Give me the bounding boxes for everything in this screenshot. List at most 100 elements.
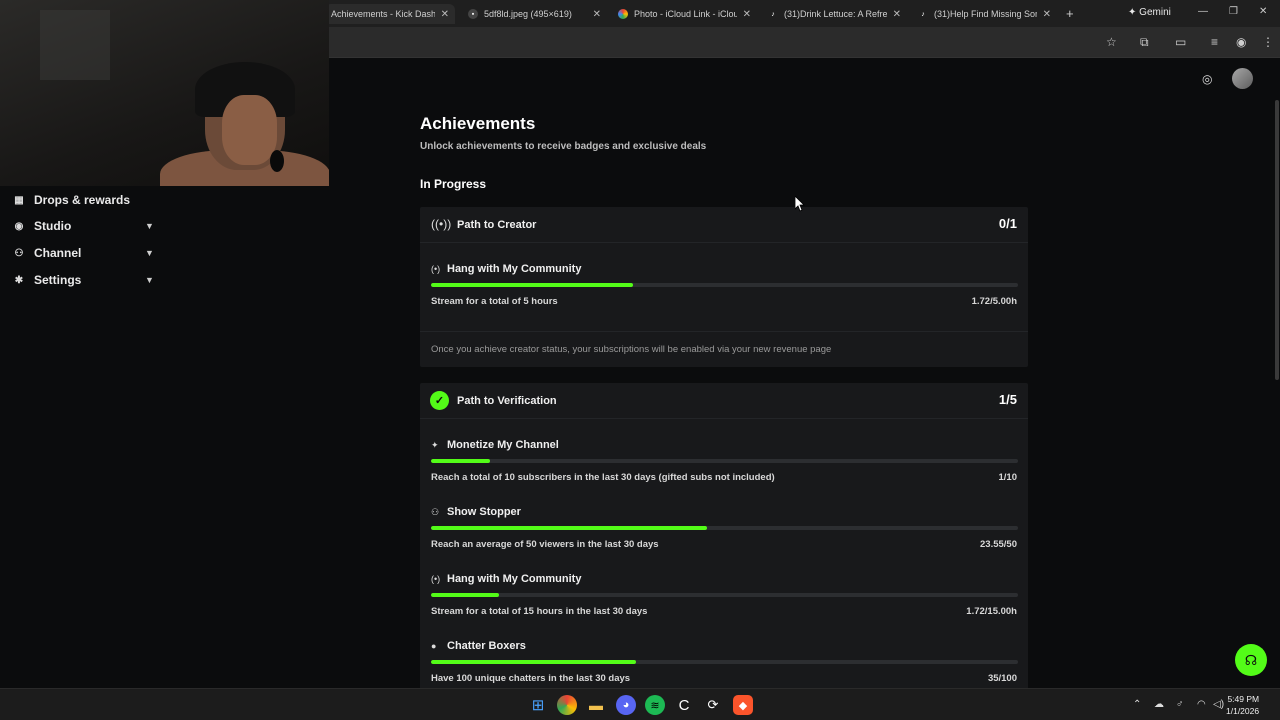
task-value: 35/100 — [987, 673, 1017, 684]
file-explorer-icon[interactable]: ▬ — [586, 695, 606, 715]
page-title: Achievements — [420, 114, 536, 133]
close-icon[interactable]: ✕ — [893, 9, 901, 20]
progress-fill — [431, 283, 633, 287]
task-description: Stream for a total of 5 hours — [431, 296, 558, 307]
card-header: ((•)) Path to Creator 0/1 — [420, 207, 1028, 243]
spotify-icon[interactable]: ≋ — [645, 695, 665, 715]
webcam-microphone — [270, 150, 284, 172]
gear-icon: ✱ — [14, 274, 24, 286]
scrollbar[interactable] — [1275, 100, 1279, 380]
windows-start-icon[interactable]: ⊞ — [528, 695, 548, 715]
task-name: Monetize My Channel — [447, 439, 559, 451]
app-icon[interactable]: ⟳ — [703, 695, 723, 715]
task-description: Reach a total of 10 subscribers in the l… — [431, 472, 775, 483]
image-icon: ▪ — [468, 9, 478, 19]
card-footer: Once you achieve creator status, your su… — [420, 331, 1028, 367]
tab-image[interactable]: ▪ 5df8ld.jpeg (495×619) ✕ — [462, 4, 607, 24]
bookmark-star-icon[interactable]: ☆ — [1106, 35, 1117, 49]
close-icon[interactable]: ✕ — [1043, 9, 1051, 20]
task-description: Reach an average of 50 viewers in the la… — [431, 539, 659, 550]
new-tab-button[interactable]: + — [1066, 6, 1074, 21]
clock-date: 1/1/2026 — [1226, 706, 1260, 716]
windows-taskbar: ⊞ ▬ ◕ ≋ C ⟳ ◆ ⌃ ☁ ♂ ◠ ◁) 5:49 PM 1/1/202… — [0, 688, 1280, 720]
chat-icon: ● — [431, 641, 437, 651]
task-value: 1.72/15.00h — [966, 606, 1017, 617]
webcam-overlay — [0, 0, 329, 186]
tab-achievements[interactable]: Achievements - Kick Dashbo ✕ — [325, 4, 455, 24]
progress-bar — [431, 593, 1018, 597]
sidebar-item-drops[interactable]: ▦ Drops & rewards — [0, 190, 170, 210]
tiktok-icon: ♪ — [771, 10, 775, 18]
wifi-icon[interactable]: ◠ — [1197, 699, 1206, 710]
broadcast-icon: ((•)) — [431, 217, 452, 231]
sidebar-item-channel[interactable]: ⚇ Channel ▼ — [0, 243, 170, 263]
cast-icon[interactable]: ▭ — [1175, 35, 1186, 49]
brave-icon[interactable]: ◆ — [733, 695, 753, 715]
progress-fill — [431, 459, 490, 463]
media-icon[interactable]: ≡ — [1211, 35, 1218, 49]
minimize-icon[interactable]: — — [1198, 6, 1208, 17]
tab-title: 5df8ld.jpeg (495×619) — [484, 9, 572, 19]
close-icon[interactable]: ✕ — [743, 9, 751, 20]
tab-title: Photo - iCloud Link - iCloud P — [634, 9, 737, 19]
onedrive-icon[interactable]: ☁ — [1154, 699, 1164, 710]
card-count: 1/5 — [998, 392, 1017, 407]
tab-icloud[interactable]: Photo - iCloud Link - iCloud P ✕ — [612, 4, 757, 24]
tab-title: Achievements - Kick Dashbo — [331, 9, 435, 19]
discord-icon[interactable]: ◕ — [616, 695, 636, 715]
tab-tiktok-1[interactable]: ♪ (31)Drink Lettuce: A Refreshi ✕ — [762, 4, 907, 24]
tab-tiktok-2[interactable]: ♪ (31)Help Find Missing Son: Sc ✕ — [912, 4, 1057, 24]
gift-icon: ▦ — [14, 194, 24, 206]
tab-title: (31)Drink Lettuce: A Refreshi — [784, 9, 887, 19]
task-name: Hang with My Community — [447, 263, 582, 275]
sidebar-item-settings[interactable]: ✱ Settings ▼ — [0, 270, 170, 290]
achievement-card-verification: ✓ Path to Verification 1/5 ✦ Monetize My… — [420, 383, 1028, 693]
users-icon: ⚇ — [14, 247, 24, 259]
camera-icon: ◉ — [14, 220, 24, 232]
chevron-down-icon: ▼ — [145, 248, 154, 258]
menu-icon[interactable]: ⋮ — [1262, 35, 1274, 49]
extensions-icon[interactable]: ⧉ — [1140, 35, 1149, 50]
ccleaner-icon[interactable]: C — [674, 695, 694, 715]
task-name: Show Stopper — [447, 506, 521, 518]
progress-fill — [431, 526, 708, 530]
sidebar-item-label: Studio — [34, 219, 72, 233]
support-chat-button[interactable]: ☊ — [1235, 644, 1267, 676]
avatar[interactable] — [1232, 68, 1253, 89]
broadcast-icon: (•) — [431, 264, 441, 274]
task-value: 1/10 — [998, 472, 1018, 483]
users-icon: ⚇ — [431, 507, 440, 517]
close-icon[interactable]: ✕ — [441, 9, 449, 20]
section-heading-in-progress: In Progress — [420, 177, 487, 191]
volume-icon[interactable]: ◁) — [1213, 699, 1224, 710]
card-title: Path to Verification — [457, 395, 557, 407]
task-monetize: ✦ Monetize My Channel Reach a total of 1… — [420, 439, 1028, 500]
google-photos-icon — [618, 9, 628, 19]
task-hang-with-community: (•) Hang with My Community Stream for a … — [420, 263, 1028, 324]
chevron-up-icon[interactable]: ⌃ — [1133, 699, 1141, 710]
sparkle-icon: ✦ — [431, 440, 439, 450]
close-icon[interactable]: ✕ — [593, 9, 601, 20]
notifications-icon[interactable]: ◎ — [1202, 72, 1212, 86]
microphone-icon[interactable]: ♂ — [1176, 699, 1184, 710]
system-clock[interactable]: 5:49 PM 1/1/2026 — [1226, 693, 1259, 717]
verified-badge-icon: ✓ — [430, 391, 449, 410]
chrome-icon[interactable] — [557, 695, 577, 715]
task-name: Hang with My Community — [447, 573, 582, 585]
task-value: 1.72/5.00h — [971, 296, 1017, 307]
tab-title: (31)Help Find Missing Son: Sc — [934, 9, 1037, 19]
task-hang-with-community: (•) Hang with My Community Stream for a … — [420, 573, 1028, 634]
profile-icon[interactable]: ◉ — [1236, 35, 1246, 49]
broadcast-icon: (•) — [431, 574, 441, 584]
sidebar-item-studio[interactable]: ◉ Studio ▼ — [0, 216, 170, 236]
close-window-icon[interactable]: ✕ — [1259, 6, 1267, 17]
task-value: 23.55/50 — [980, 539, 1017, 550]
chevron-down-icon: ▼ — [145, 221, 154, 231]
card-count: 0/1 — [998, 216, 1017, 231]
webcam-background — [40, 10, 110, 80]
gemini-button[interactable]: ✦ Gemini — [1128, 7, 1171, 18]
progress-bar — [431, 459, 1018, 463]
webcam-person-face — [222, 95, 277, 165]
progress-fill — [431, 660, 637, 664]
restore-icon[interactable]: ❐ — [1229, 6, 1238, 17]
